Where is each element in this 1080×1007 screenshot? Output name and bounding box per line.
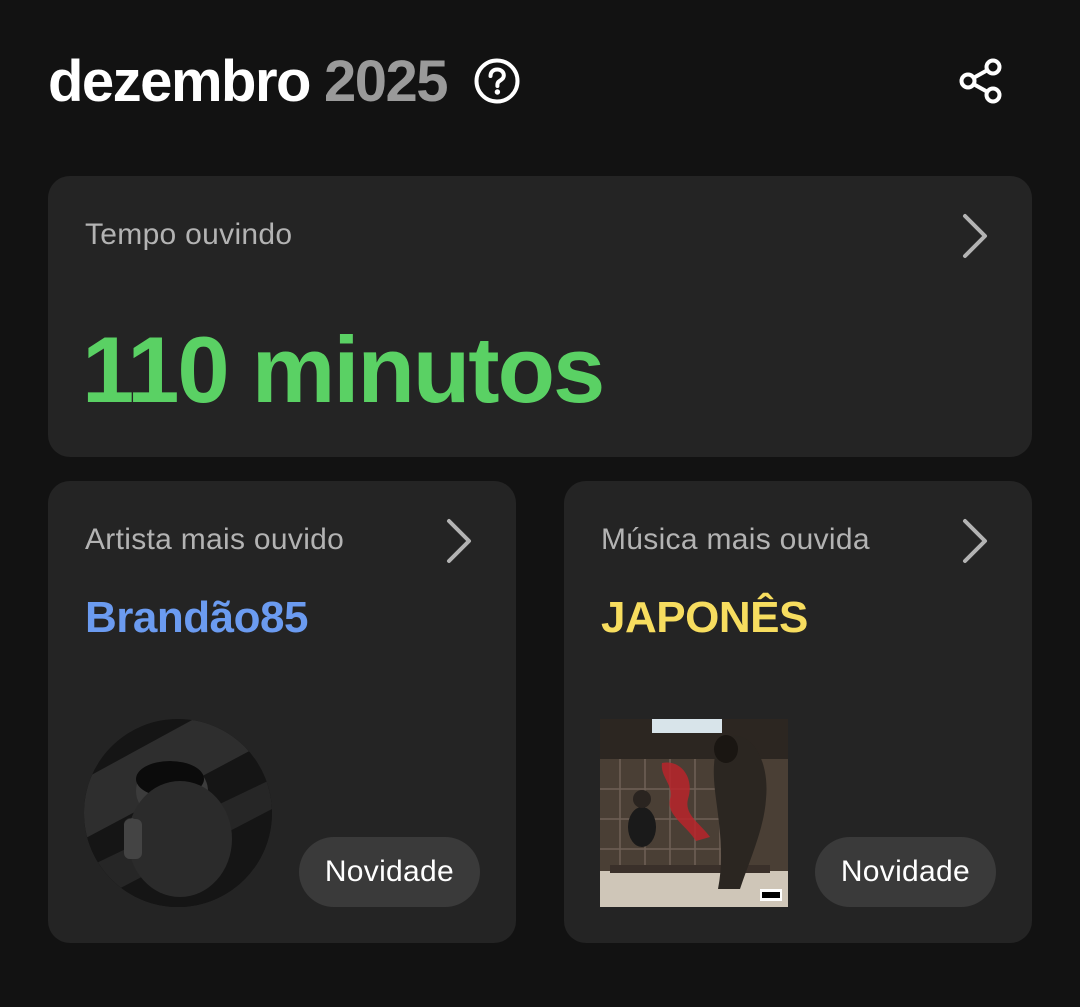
listening-time-value: 110 minutos bbox=[82, 317, 605, 422]
share-icon[interactable] bbox=[954, 54, 1008, 108]
top-artist-card[interactable]: Artista mais ouvido Brandão85 Novidade bbox=[48, 481, 516, 943]
chevron-right-icon bbox=[958, 212, 992, 260]
top-song-label: Música mais ouvida bbox=[601, 523, 870, 556]
listening-time-label: Tempo ouvindo bbox=[85, 218, 293, 251]
listening-time-card[interactable]: Tempo ouvindo 110 minutos bbox=[48, 176, 1032, 457]
chevron-right-icon bbox=[958, 517, 992, 565]
title-month: dezembro bbox=[48, 48, 311, 114]
header: dezembro 2025 bbox=[48, 48, 1032, 114]
top-artist-name: Brandão85 bbox=[85, 593, 308, 642]
new-badge: Novidade bbox=[298, 837, 480, 907]
top-artist-label: Artista mais ouvido bbox=[85, 523, 345, 556]
question-circle-icon[interactable] bbox=[473, 57, 521, 105]
chevron-right-icon bbox=[442, 517, 476, 565]
top-song-card[interactable]: Música mais ouvida JAPONÊS Novidade bbox=[564, 481, 1032, 943]
title-year: 2025 bbox=[323, 48, 449, 114]
album-cover bbox=[600, 719, 788, 907]
artist-avatar bbox=[84, 719, 272, 907]
top-song-name: JAPONÊS bbox=[601, 593, 808, 642]
new-badge: Novidade bbox=[814, 837, 996, 907]
